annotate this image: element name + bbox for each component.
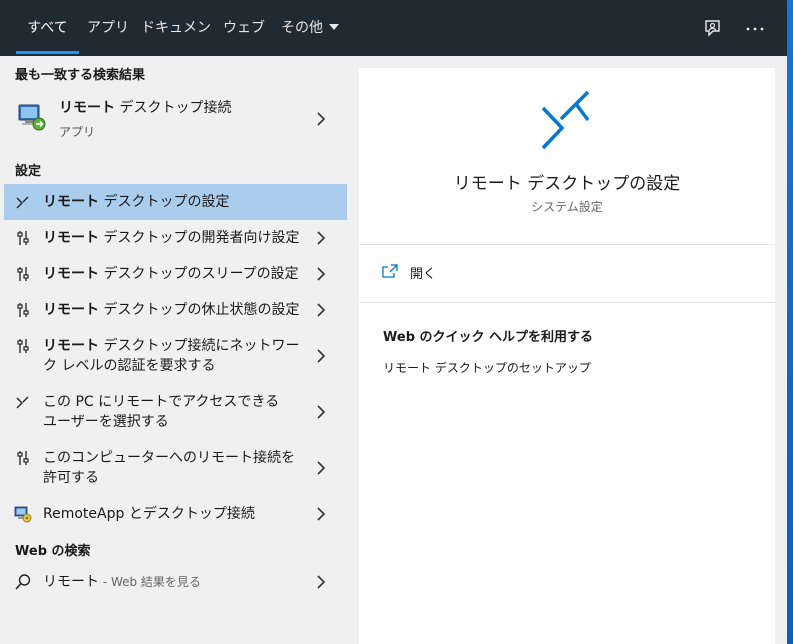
best-match-name-rest: デスクトップ接続 [115,100,232,116]
settings-sliders-icon [17,267,29,281]
open-label: 開く [410,267,437,282]
open-icon [382,264,398,278]
settings-sliders-icon [17,451,29,465]
web-search-suffix: - Web 結果を見る [99,575,201,589]
settings-item-label: この PC にリモートでアクセスできるユーザーを選択する [43,394,280,430]
search-icon [15,574,31,590]
settings-item-sleep[interactable]: リモート デスクトップのスリープの設定 [4,256,347,292]
chevron-right-icon[interactable] [316,575,326,589]
settings-item-label: このコンピューターへのリモート接続を許可する [43,450,295,486]
settings-heading: 設定 [15,164,42,179]
chevron-right-icon[interactable] [316,405,326,419]
settings-item-label: デスクトップの開発者向け設定 [99,230,300,246]
remote-desktop-large-icon [541,90,590,150]
settings-item-bold: リモート [43,302,99,318]
settings-item-bold: リモート [43,230,99,246]
quick-help-heading: Web のクイック ヘルプを利用する [383,330,594,345]
settings-item-label: デスクトップの休止状態の設定 [99,302,300,318]
results-list: 最も一致する検索結果 リモート デスクトップ接続 アプリ 設定 リモート デスク… [0,56,347,644]
settings-item-hibernate[interactable]: リモート デスクトップの休止状態の設定 [4,292,347,328]
web-search-heading: Web の検索 [15,544,91,559]
chevron-right-icon[interactable] [316,231,326,245]
feedback-icon[interactable] [702,18,724,40]
chevron-right-icon[interactable] [316,507,326,521]
divider [359,302,775,303]
settings-item-developer[interactable]: リモート デスクトップの開発者向け設定 [4,220,347,256]
tab-documents[interactable]: ドキュメント [140,0,212,92]
settings-item-bold: リモート [43,338,99,354]
settings-item-remoteapp[interactable]: RemoteApp とデスクトップ接続 [4,496,347,532]
chevron-right-icon[interactable] [316,461,326,475]
preview-pane: リモート デスクトップの設定 システム設定 開く Web のクイック ヘルプを利… [359,68,775,644]
remote-desktop-app-icon [16,101,48,133]
tab-apps[interactable]: アプリ [84,0,132,56]
chevron-right-icon[interactable] [316,267,326,281]
preview-subtitle: システム設定 [531,200,603,214]
settings-item-nla[interactable]: リモート デスクトップ接続にネットワーク レベルの認証を要求する [4,328,347,384]
tab-web[interactable]: ウェブ [220,0,268,56]
settings-item-label: デスクトップのスリープの設定 [99,266,299,282]
remote-desktop-icon [16,196,29,209]
settings-item-label: デスクトップの設定 [99,194,230,210]
best-match-type: アプリ [59,125,96,139]
active-tab-indicator [16,51,79,54]
more-options-icon[interactable] [744,18,766,40]
tab-more-label: その他 [281,20,323,36]
settings-item-bold: リモート [43,194,99,210]
settings-item-remote-desktop[interactable]: リモート デスクトップの設定 [4,184,347,220]
tab-more[interactable]: その他 [278,0,342,56]
desktop-background [787,0,793,644]
start-search-panel: すべて アプリ ドキュメント ウェブ その他 最も一致する検索結果 [0,0,787,644]
remoteapp-icon [14,506,32,523]
best-match-heading: 最も一致する検索結果 [15,68,146,83]
chevron-right-icon[interactable] [316,349,326,363]
settings-sliders-icon [17,231,29,245]
best-match-name-bold: リモート [59,100,115,116]
settings-item-select-users[interactable]: この PC にリモートでアクセスできるユーザーを選択する [4,384,347,440]
best-match-item[interactable]: リモート デスクトップ接続 アプリ [4,89,347,149]
search-tab-bar: すべて アプリ ドキュメント ウェブ その他 [0,0,787,92]
open-action[interactable]: 開く [381,262,581,286]
chevron-right-icon[interactable] [316,112,326,126]
chevron-right-icon[interactable] [316,303,326,317]
web-search-query: リモート [43,574,99,590]
settings-sliders-icon [17,339,29,353]
settings-item-bold: リモート [43,266,99,282]
settings-item-label: RemoteApp とデスクトップ接続 [43,506,255,522]
quick-help-link[interactable]: リモート デスクトップのセットアップ [383,359,591,376]
chevron-down-icon [329,24,339,30]
web-search-item[interactable]: リモート - Web 結果を見る [4,564,347,600]
settings-item-allow-remote[interactable]: このコンピューターへのリモート接続を許可する [4,440,347,496]
settings-sliders-icon [17,303,29,317]
divider [359,244,775,245]
tab-all[interactable]: すべて [16,0,79,56]
remote-desktop-icon [16,396,29,409]
preview-title: リモート デスクトップの設定 [453,174,681,194]
